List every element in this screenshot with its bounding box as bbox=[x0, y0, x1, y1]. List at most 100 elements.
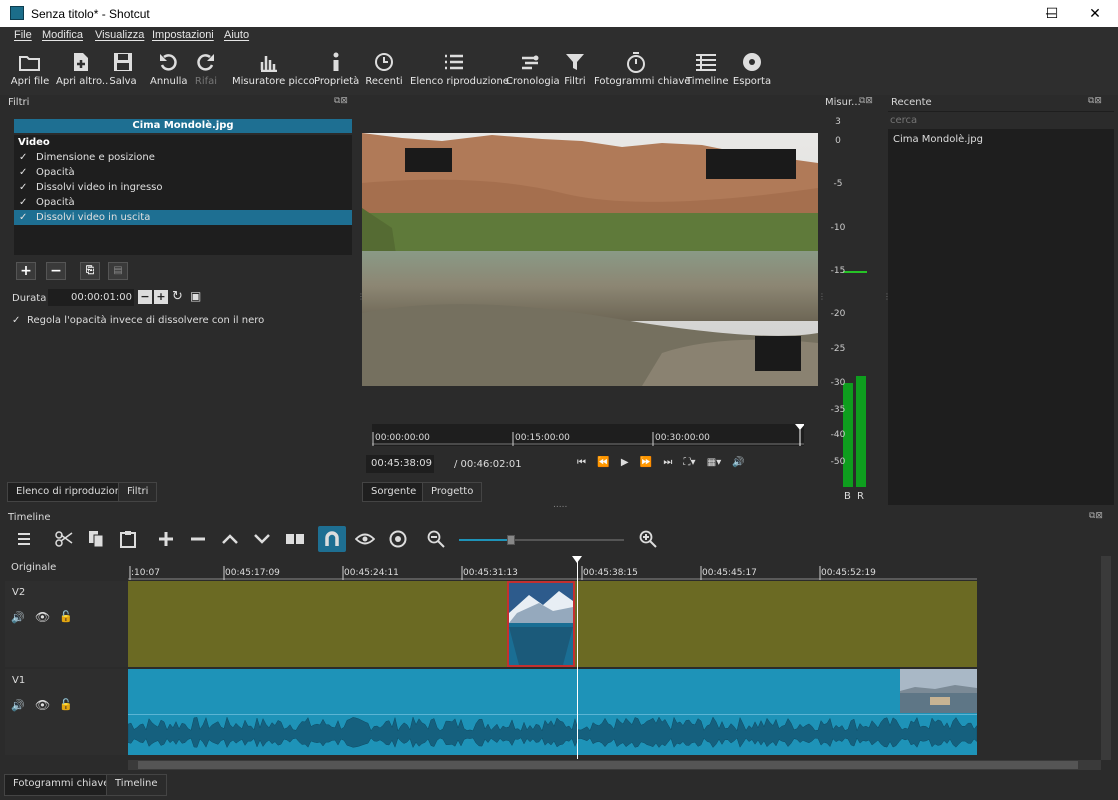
filters-button[interactable]: Filtri bbox=[562, 49, 588, 87]
menu-aiuto[interactable]: Aiuto bbox=[224, 29, 249, 41]
rewind-icon[interactable]: ⏪ bbox=[597, 457, 609, 468]
save-button[interactable]: Salva bbox=[108, 49, 138, 87]
filter-item[interactable]: ✓ Dissolvi video in ingresso bbox=[14, 180, 352, 195]
dock-float-close-icon[interactable]: ⧉⊠ bbox=[1089, 511, 1103, 521]
filter-item[interactable]: ✓ Dimensione e posizione bbox=[14, 150, 352, 165]
properties-button[interactable]: Proprietà bbox=[314, 49, 359, 87]
tab-keyframes[interactable]: Fotogrammi chiave bbox=[4, 774, 119, 796]
track-v1[interactable] bbox=[128, 669, 977, 755]
scrubber-ticks bbox=[372, 424, 804, 446]
history-button[interactable]: Cronologia bbox=[506, 49, 560, 87]
ruler-label: 00:45:52:19 bbox=[821, 568, 876, 578]
remove-filter-button[interactable]: − bbox=[46, 262, 66, 280]
current-time-field[interactable]: 00:45:38:09 bbox=[366, 455, 434, 473]
reset-icon[interactable]: ↻ bbox=[172, 289, 183, 304]
zoom-out-icon[interactable] bbox=[422, 526, 450, 552]
ripple-target-icon[interactable] bbox=[384, 526, 412, 552]
save-preset-icon[interactable]: ▣ bbox=[190, 289, 201, 303]
menu-visualizza[interactable]: Visualizza bbox=[95, 29, 144, 41]
tab-filters[interactable]: Filtri bbox=[118, 482, 158, 502]
eye-icon[interactable]: 👁 bbox=[35, 698, 50, 712]
append-icon[interactable] bbox=[152, 526, 180, 552]
dock-float-close-icon[interactable]: ⧉⊠ bbox=[859, 96, 873, 106]
skip-to-start-icon[interactable]: ⏮ bbox=[577, 457, 586, 468]
duration-field[interactable]: 00:00:01:00 bbox=[48, 289, 134, 306]
recent-search-input[interactable] bbox=[888, 112, 1114, 129]
eye-icon[interactable]: 👁 bbox=[35, 610, 50, 624]
meter-tick-label: -5 bbox=[833, 179, 843, 189]
menu-impostazioni[interactable]: Impostazioni bbox=[152, 29, 214, 41]
tab-timeline[interactable]: Timeline bbox=[106, 774, 167, 796]
clip-cima-mondole[interactable] bbox=[507, 581, 575, 667]
paste-filter-button[interactable]: ▤ bbox=[108, 262, 128, 280]
open-file-button[interactable]: Apri file bbox=[10, 49, 50, 87]
lock-icon[interactable]: 🔓 bbox=[59, 698, 73, 711]
mute-icon[interactable]: 🔊 bbox=[11, 611, 25, 624]
menu-file[interactable]: File bbox=[14, 29, 32, 41]
copy-filter-button[interactable]: ⎘ bbox=[80, 262, 100, 280]
zoom-in-icon[interactable] bbox=[634, 526, 662, 552]
clock-icon bbox=[364, 49, 404, 75]
zoom-slider-handle[interactable] bbox=[507, 535, 515, 545]
meter-tick-label: 3 bbox=[835, 117, 841, 127]
filter-item[interactable]: ✓ Opacità bbox=[14, 165, 352, 180]
open-other-button[interactable]: Apri altro.. bbox=[56, 49, 108, 87]
fast-forward-icon[interactable]: ⏩ bbox=[640, 457, 652, 468]
track-v2[interactable] bbox=[128, 581, 977, 667]
track-header-v1: V1 🔊 👁 🔓 bbox=[5, 669, 128, 755]
volume-icon[interactable]: 🔊 bbox=[732, 457, 744, 468]
skip-to-end-icon[interactable]: ⏭ bbox=[663, 457, 672, 468]
timeline-vertical-scrollbar[interactable] bbox=[1101, 556, 1111, 760]
splitter-handle[interactable]: ..... bbox=[553, 500, 567, 510]
overwrite-icon[interactable] bbox=[248, 526, 276, 552]
paste-icon[interactable] bbox=[114, 526, 142, 552]
add-filter-button[interactable]: + bbox=[16, 262, 36, 280]
mute-icon[interactable]: 🔊 bbox=[11, 699, 25, 712]
keyframes-button[interactable]: Fotogrammi chiave bbox=[594, 49, 690, 87]
timeline-ruler[interactable]: :10:07 00:45:17:09 00:45:24:11 00:45:31:… bbox=[128, 556, 977, 580]
duration-increase-button[interactable]: + bbox=[154, 290, 168, 304]
recent-button[interactable]: Recenti bbox=[364, 49, 404, 87]
export-button[interactable]: Esporta bbox=[732, 49, 772, 87]
option-checkbox[interactable]: ✓ bbox=[12, 315, 20, 326]
maximize-button[interactable]: ☐ bbox=[1029, 0, 1075, 27]
splitter-handle[interactable]: ⋮ bbox=[357, 292, 365, 301]
snap-magnet-icon[interactable] bbox=[318, 526, 346, 552]
split-icon[interactable] bbox=[281, 526, 309, 552]
filter-item-selected[interactable]: ✓ Dissolvi video in uscita bbox=[14, 210, 352, 225]
playlist-button[interactable]: Elenco riproduzione bbox=[410, 49, 509, 87]
redo-button[interactable]: Rifai bbox=[192, 49, 220, 87]
copy-icon[interactable] bbox=[82, 526, 110, 552]
peak-meter-button[interactable]: Misuratore picco bbox=[232, 49, 315, 87]
timeline-button[interactable]: Timeline bbox=[686, 49, 729, 87]
ripple-delete-icon[interactable] bbox=[184, 526, 212, 552]
ruler-label: :10:07 bbox=[131, 568, 160, 578]
window-title: Senza titolo* - Shotcut bbox=[31, 7, 150, 21]
lift-icon[interactable] bbox=[216, 526, 244, 552]
filter-item[interactable]: ✓ Opacità bbox=[14, 195, 352, 210]
player-scrubber[interactable]: 00:00:00:00 00:15:00:00 00:30:00:00 bbox=[372, 424, 804, 446]
menu-modifica[interactable]: Modifica bbox=[42, 29, 83, 41]
tab-project[interactable]: Progetto bbox=[422, 482, 483, 502]
timeline-playhead[interactable] bbox=[577, 556, 578, 759]
dock-float-close-icon[interactable]: ⧉⊠ bbox=[1088, 96, 1102, 106]
timeline-icon bbox=[686, 49, 726, 75]
recent-item[interactable]: Cima Mondolè.jpg bbox=[893, 134, 983, 145]
play-icon[interactable]: ▶ bbox=[621, 457, 629, 468]
timeline-horizontal-scrollbar[interactable] bbox=[128, 760, 1101, 770]
undo-button[interactable]: Annulla bbox=[150, 49, 188, 87]
cut-icon[interactable] bbox=[50, 526, 78, 552]
zoom-slider[interactable] bbox=[459, 535, 624, 545]
scrub-eye-icon[interactable] bbox=[351, 526, 379, 552]
grid-icon[interactable]: ▦▾ bbox=[707, 457, 721, 468]
filters-dock-title: Filtri bbox=[8, 97, 30, 108]
meter-tick-label: -10 bbox=[830, 223, 846, 233]
close-button[interactable]: ✕ bbox=[1072, 0, 1118, 27]
zoom-icon[interactable]: ⛶▾ bbox=[684, 457, 696, 468]
dock-float-close-icon[interactable]: ⧉⊠ bbox=[334, 96, 348, 106]
duration-decrease-button[interactable]: − bbox=[138, 290, 152, 304]
tab-source[interactable]: Sorgente bbox=[362, 482, 426, 502]
lock-icon[interactable]: 🔓 bbox=[59, 610, 73, 623]
tab-playlist[interactable]: Elenco di riproduzione bbox=[7, 482, 137, 502]
timeline-menu-icon[interactable] bbox=[10, 526, 38, 552]
